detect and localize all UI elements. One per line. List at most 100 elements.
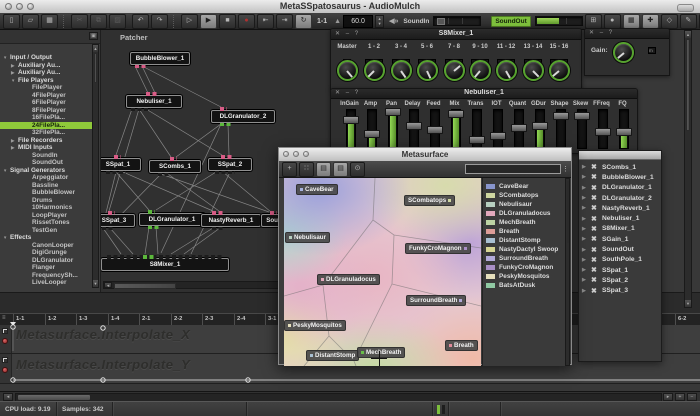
scroll-right-button[interactable]: ▸: [663, 393, 673, 401]
edit-button[interactable]: ✎: [680, 14, 697, 29]
snapshot-list-item[interactable]: DistantStomp: [483, 236, 567, 245]
palette-tree-item[interactable]: SoundIn: [0, 152, 92, 160]
param-slider[interactable]: [619, 109, 629, 149]
snapshot-marker[interactable]: DLGranuladocus: [317, 274, 380, 285]
interpolate-options-button[interactable]: ⊙: [350, 162, 365, 177]
palette-tree-item[interactable]: ▶Auxiliary Au...: [0, 69, 92, 77]
input-ports[interactable]: [108, 211, 115, 215]
output-ports[interactable]: [158, 173, 171, 177]
expand-arrow-icon[interactable]: ▶: [579, 205, 591, 211]
metasurface-view-button[interactable]: ▦: [623, 14, 640, 29]
snapshot-list-item[interactable]: FunkyCroMagnon: [483, 263, 567, 272]
channel-gain-knob[interactable]: [364, 60, 385, 81]
patcher-node[interactable]: S8Mixer_1: [101, 258, 229, 271]
palette-tree-item[interactable]: ▼Effects: [0, 234, 92, 242]
close-button[interactable]: [5, 3, 12, 10]
disclosure-arrow-icon[interactable]: ▼: [3, 54, 10, 62]
copy-button[interactable]: ⧉: [90, 14, 107, 29]
palette-options-button[interactable]: ▣: [89, 32, 98, 40]
output-ports[interactable]: [131, 108, 151, 112]
snapshot-list-scrollbar[interactable]: [565, 178, 570, 366]
palette-tree-item[interactable]: ▶File Recorders: [0, 137, 92, 145]
toolbar-toggle-capsule[interactable]: [677, 4, 694, 12]
scroll-down-button[interactable]: ▼: [93, 280, 98, 287]
scroll-up-button[interactable]: ▲: [93, 45, 98, 52]
lane-enable-checkbox[interactable]: [2, 328, 8, 334]
palette-tree-item[interactable]: 16FilePla...: [0, 114, 92, 122]
palette-tree-item[interactable]: 8FilePlayer: [0, 107, 92, 115]
input-ports[interactable]: [221, 155, 234, 159]
input-ports[interactable]: [220, 107, 227, 111]
scroll-left-button[interactable]: ◂: [104, 282, 112, 288]
palette-tree-item[interactable]: 6FilePlayer: [0, 99, 92, 107]
expand-arrow-icon[interactable]: ▶: [579, 174, 591, 180]
panel-window-buttons[interactable]: ✕ – ?: [589, 29, 614, 36]
snapshot-grid-button[interactable]: ∷: [299, 162, 314, 177]
stop-button[interactable]: ■: [219, 14, 236, 29]
remove-icon[interactable]: ✖: [591, 215, 602, 223]
snapshot-list-item[interactable]: SurroundBreath: [483, 254, 567, 263]
slider-thumb[interactable]: [490, 132, 506, 140]
expand-arrow-icon[interactable]: ▶: [579, 226, 591, 232]
channel-gain-knob[interactable]: [496, 60, 517, 81]
gain-titlebar[interactable]: ✕ – ?: [585, 29, 669, 39]
input-ports[interactable]: [114, 155, 121, 159]
speaker-icon[interactable]: ◀»: [389, 17, 398, 25]
disclosure-arrow-icon[interactable]: ▼: [3, 167, 10, 175]
palette-tree-item[interactable]: 4FilePlayer: [0, 92, 92, 100]
snapshot-list-item[interactable]: DLGranuladocus: [483, 209, 567, 218]
palette-tree-item[interactable]: LoopPlayer: [0, 212, 92, 220]
snapshot-list-item[interactable]: BatsAtDusk: [483, 281, 567, 290]
slider-thumb[interactable]: [511, 124, 527, 132]
palette-tree-item[interactable]: DLGranulator: [0, 257, 92, 265]
list-view-button[interactable]: ▤: [316, 162, 331, 177]
automation-record-button[interactable]: ●: [604, 14, 621, 29]
expand-arrow-icon[interactable]: ▶: [579, 164, 591, 170]
ruler-options-icon[interactable]: ≡: [2, 315, 6, 321]
palette-tree-item[interactable]: CanonLooper: [0, 242, 92, 250]
snapshot-marker[interactable]: Nebulisaur: [285, 232, 330, 243]
slider-thumb[interactable]: [595, 128, 611, 136]
timeline-zoom-in-button[interactable]: +: [675, 393, 685, 401]
param-slider[interactable]: [409, 109, 419, 149]
snapshot-marker[interactable]: CaveBear: [296, 184, 338, 195]
palette-tree-item[interactable]: FilePlayer: [0, 84, 92, 92]
disclosure-arrow-icon[interactable]: ▶: [11, 144, 18, 152]
channel-gain-knob[interactable]: [523, 60, 544, 81]
metasurface-titlebar[interactable]: Metasurface: [279, 148, 571, 162]
soundin-level-slider[interactable]: [433, 16, 481, 26]
lane-enable-checkbox[interactable]: [2, 357, 8, 363]
param-slider[interactable]: [577, 109, 587, 149]
param-slider[interactable]: [388, 109, 398, 149]
palette-scrollbar[interactable]: ▲ ▼: [92, 44, 99, 288]
contraption-row[interactable]: ▶ ✖ DLGranulator_1: [579, 183, 661, 193]
snapshot-marker[interactable]: SCombatops: [404, 195, 455, 206]
palette-tree-item[interactable]: 10Harmonics: [0, 204, 92, 212]
remove-icon[interactable]: ✖: [591, 235, 602, 243]
loop-button[interactable]: ↻: [295, 14, 312, 29]
channel-gain-knob[interactable]: [391, 60, 412, 81]
input-ports[interactable]: [270, 211, 277, 215]
slider-thumb[interactable]: [616, 128, 632, 136]
timeline-scrollbar-thumb[interactable]: [18, 395, 90, 400]
palette-tree-item[interactable]: 24FilePla...: [0, 122, 92, 130]
contraption-row[interactable]: ▶ ✖ SSpat_3: [579, 286, 661, 296]
window-titlebar[interactable]: MetaSSpatosaurus - AudioMulch: [0, 0, 700, 14]
remove-icon[interactable]: ✖: [591, 225, 602, 233]
output-ports[interactable]: [215, 171, 235, 175]
record-button[interactable]: ●: [238, 14, 255, 29]
palette-tree-item[interactable]: ▼Signal Generators: [0, 167, 92, 175]
palette-tree-item[interactable]: ▼File Players: [0, 77, 92, 85]
slider-thumb[interactable]: [343, 116, 359, 124]
contraption-row[interactable]: ▶ ✖ BubbleBlower_1: [579, 172, 661, 182]
disclosure-arrow-icon[interactable]: ▶: [11, 62, 18, 70]
scrollbar-thumb[interactable]: [686, 39, 690, 131]
output-ports[interactable]: [106, 171, 126, 175]
contraption-row[interactable]: ▶ ✖ SGain_1: [579, 234, 661, 244]
patcher-node[interactable]: DLGranulator_2: [211, 110, 275, 123]
channel-gain-knob[interactable]: [549, 60, 570, 81]
undo-button[interactable]: ↶: [132, 14, 149, 29]
palette-tree-item[interactable]: BubbleBlower: [0, 189, 92, 197]
expand-arrow-icon[interactable]: ▶: [579, 247, 591, 253]
remove-icon[interactable]: ✖: [591, 276, 602, 284]
